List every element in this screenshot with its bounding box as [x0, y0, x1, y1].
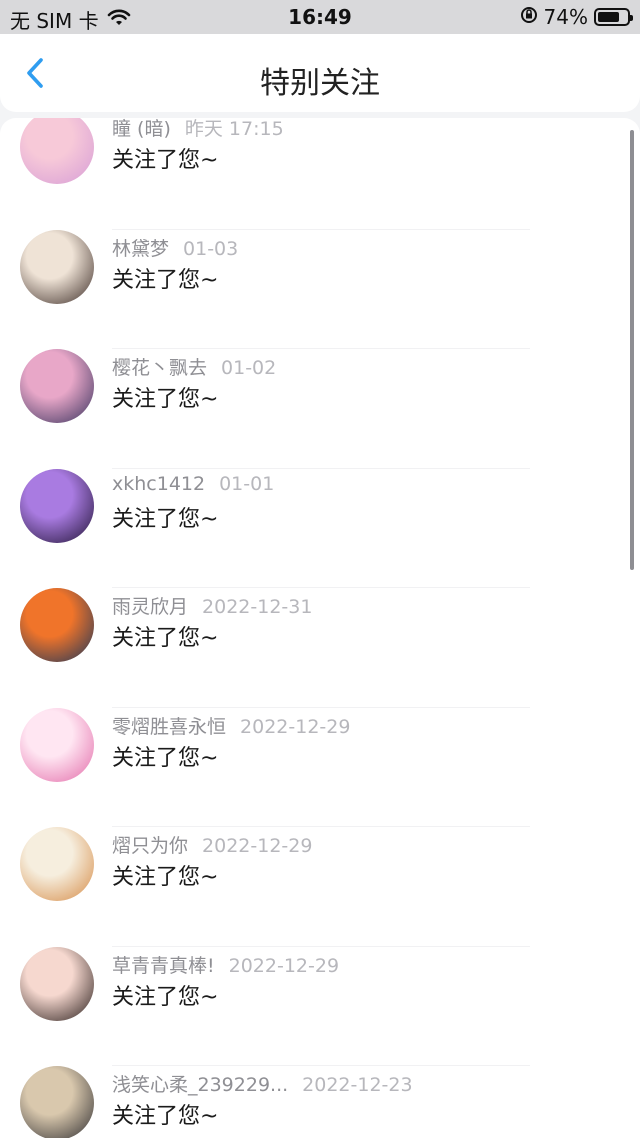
timestamp: 2022-12-29 — [202, 835, 313, 857]
avatar[interactable] — [20, 229, 94, 304]
item-meta: 熠只为你 2022-12-29 — [112, 831, 312, 858]
list-item[interactable]: 樱花丶飘去 01-02 关注了您~ — [0, 349, 640, 469]
user-name[interactable]: 雨灵欣月 — [112, 596, 188, 618]
scrollbar[interactable] — [630, 130, 634, 570]
list-item[interactable]: 瞳 (暗) 昨天 17:15 关注了您~ — [0, 118, 640, 230]
timestamp: 2022-12-23 — [302, 1074, 413, 1096]
battery-icon — [594, 8, 633, 26]
list-item[interactable]: 零熠胜喜永恒 2022-12-29 关注了您~ — [0, 707, 640, 827]
status-bar: 无 SIM 卡 16:49 74% — [0, 0, 640, 34]
list-item[interactable]: xkhc1412 01-01 关注了您~ — [0, 468, 640, 588]
user-name[interactable]: 林黛梦 — [112, 238, 169, 260]
message-text: 关注了您~ — [112, 506, 219, 532]
message-text: 关注了您~ — [112, 865, 219, 890]
list-item[interactable]: 林黛梦 01-03 关注了您~ — [0, 229, 640, 349]
timestamp: 2022-12-29 — [228, 954, 340, 977]
list-item[interactable]: 熠只为你 2022-12-29 关注了您~ — [0, 827, 640, 947]
user-name[interactable]: 樱花丶飘去 — [112, 357, 207, 379]
avatar[interactable] — [20, 1066, 94, 1138]
user-name[interactable]: 草青青真棒! — [112, 955, 215, 977]
item-meta: 雨灵欣月 2022-12-31 — [112, 592, 312, 619]
item-meta: 草青青真棒! 2022-12-29 — [112, 951, 339, 978]
message-text: 关注了您~ — [112, 984, 219, 1010]
item-meta: 林黛梦 01-03 — [112, 234, 238, 261]
timestamp: 01-03 — [183, 237, 239, 260]
message-text: 关注了您~ — [112, 387, 219, 412]
item-meta: 瞳 (暗) 昨天 17:15 — [112, 118, 284, 141]
item-meta: 浅笑心柔_239229... 2022-12-23 — [112, 1070, 413, 1097]
message-text: 关注了您~ — [112, 1104, 219, 1129]
item-meta: xkhc1412 01-01 — [112, 473, 274, 495]
follow-list: 瞳 (暗) 昨天 17:15 关注了您~ 林黛梦 01-03 关注了您~ 樱花丶飘去 01-0… — [0, 118, 640, 1138]
avatar[interactable] — [20, 946, 94, 1021]
avatar[interactable] — [20, 349, 94, 423]
user-name[interactable]: 瞳 (暗) — [112, 118, 171, 140]
timestamp: 01-01 — [219, 472, 275, 495]
user-name[interactable]: 零熠胜喜永恒 — [112, 716, 226, 738]
follow-list-panel: 瞳 (暗) 昨天 17:15 关注了您~ 林黛梦 01-03 关注了您~ 樱花丶飘去 01-0… — [0, 118, 640, 1138]
list-item[interactable]: 草青青真棒! 2022-12-29 关注了您~ — [0, 946, 640, 1066]
timestamp: 昨天 17:15 — [184, 118, 284, 140]
item-meta: 零熠胜喜永恒 2022-12-29 — [112, 712, 350, 739]
timestamp: 01-02 — [221, 357, 277, 379]
timestamp: 2022-12-31 — [202, 596, 313, 618]
avatar[interactable] — [20, 707, 94, 782]
orientation-lock-icon — [520, 5, 538, 29]
message-text: 关注了您~ — [112, 626, 219, 651]
user-name[interactable]: 浅笑心柔_239229... — [112, 1074, 288, 1096]
message-text: 关注了您~ — [112, 267, 219, 293]
message-text: 关注了您~ — [112, 745, 219, 771]
timestamp: 2022-12-29 — [240, 715, 351, 738]
navigation-bar: 特别关注 — [0, 34, 640, 112]
avatar[interactable] — [20, 118, 94, 184]
status-right: 74% — [520, 5, 633, 29]
message-text: 关注了您~ — [112, 148, 219, 173]
avatar[interactable] — [20, 468, 94, 543]
avatar[interactable] — [20, 588, 94, 662]
battery-fill — [598, 12, 619, 22]
user-name[interactable]: xkhc1412 — [112, 473, 205, 495]
page-title: 特别关注 — [260, 66, 380, 101]
item-meta: 樱花丶飘去 01-02 — [112, 353, 276, 380]
list-item[interactable]: 雨灵欣月 2022-12-31 关注了您~ — [0, 588, 640, 708]
avatar[interactable] — [20, 827, 94, 901]
battery-percent: 74% — [543, 5, 588, 29]
list-item[interactable]: 浅笑心柔_239229... 2022-12-23 关注了您~ — [0, 1066, 640, 1138]
user-name[interactable]: 熠只为你 — [112, 835, 188, 857]
